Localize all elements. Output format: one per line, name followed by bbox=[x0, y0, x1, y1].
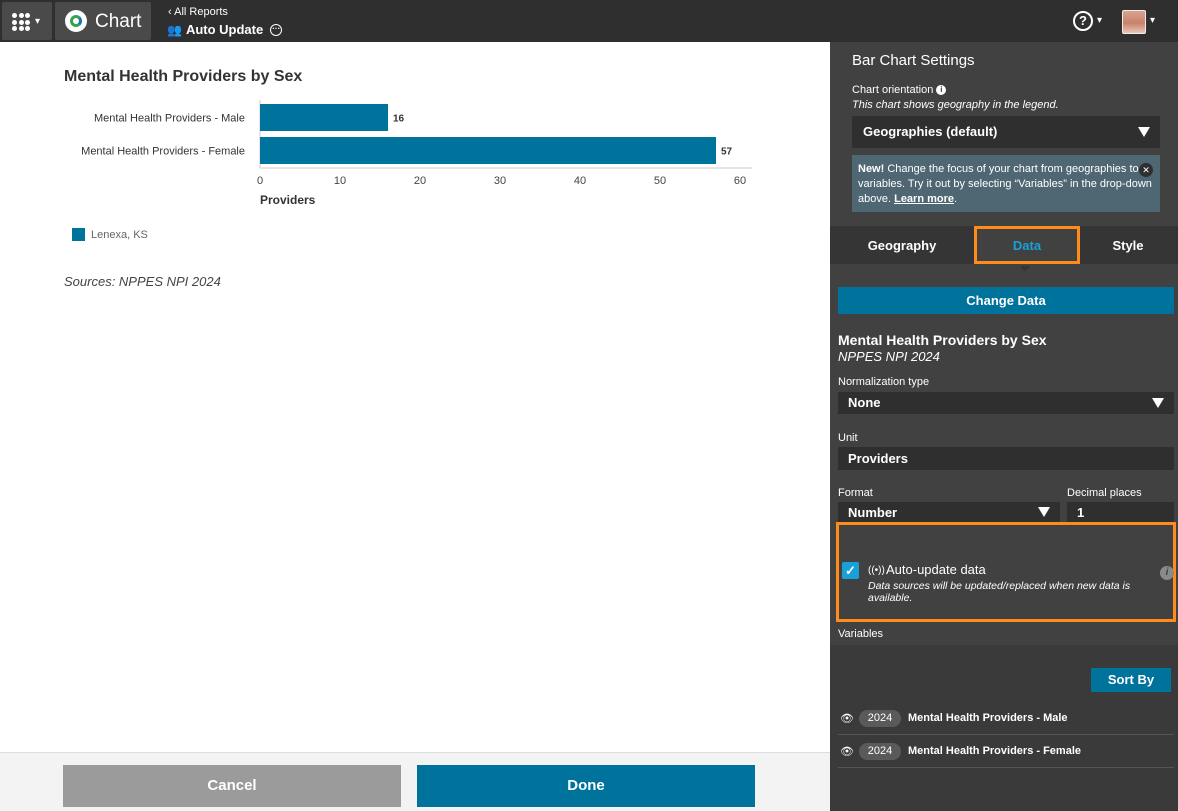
orientation-label-text: Chart orientation bbox=[852, 84, 934, 96]
learn-more-link[interactable]: Learn more bbox=[894, 193, 954, 205]
more-options-icon[interactable]: ··· bbox=[270, 23, 283, 36]
data-source: NPPES NPI 2024 bbox=[838, 349, 940, 364]
variable-year: 2024 bbox=[859, 743, 901, 760]
normalization-value: None bbox=[848, 395, 881, 410]
chart-legend: Lenexa, KS bbox=[72, 228, 148, 241]
top-bar: ▾ Chart ‹ All Reports 👥 Auto Update ··· … bbox=[0, 0, 1178, 42]
tab-pointer bbox=[1020, 266, 1030, 272]
x-tick-label: 60 bbox=[734, 175, 746, 187]
caret-down-icon bbox=[1138, 127, 1150, 137]
format-value: Number bbox=[848, 505, 898, 520]
variable-row[interactable]: 👁 2024 Mental Health Providers - Male bbox=[838, 702, 1174, 735]
data-label: 57 bbox=[721, 147, 733, 158]
app-name: Chart bbox=[95, 11, 142, 32]
decimal-places-field[interactable]: 1 bbox=[1067, 502, 1174, 522]
legend-swatch bbox=[72, 228, 85, 241]
app-logo-icon bbox=[65, 10, 87, 32]
normalization-label: Normalization type bbox=[838, 376, 930, 388]
auto-update-description: Data sources will be updated/replaced wh… bbox=[868, 580, 1131, 604]
tab-data[interactable]: Data bbox=[974, 226, 1080, 264]
report-title[interactable]: 👥 Auto Update ··· bbox=[167, 22, 283, 37]
apps-menu-button[interactable]: ▾ bbox=[2, 2, 52, 40]
all-reports-link[interactable]: ‹ All Reports bbox=[168, 6, 228, 18]
chart-title: Mental Health Providers by Sex bbox=[64, 68, 303, 85]
broadcast-icon: ((•)) bbox=[868, 565, 885, 576]
x-tick-label: 40 bbox=[574, 175, 586, 187]
bar bbox=[260, 104, 388, 131]
new-feature-banner: New! Change the focus of your chart from… bbox=[852, 155, 1160, 212]
sort-by-button[interactable]: Sort By bbox=[1091, 668, 1171, 692]
eye-icon[interactable]: 👁 bbox=[840, 712, 854, 725]
settings-panel: Bar Chart Settings Chart orientation i Th… bbox=[830, 42, 1178, 811]
apps-grid-icon bbox=[12, 13, 30, 31]
chart-sources: Sources: NPPES NPI 2024 bbox=[64, 274, 221, 289]
info-icon[interactable]: i bbox=[936, 85, 947, 96]
unit-label: Unit bbox=[838, 432, 858, 444]
data-label: 16 bbox=[393, 114, 405, 125]
x-tick-label: 0 bbox=[257, 175, 263, 187]
caret-down-icon: ▾ bbox=[35, 16, 41, 27]
change-data-button[interactable]: Change Data bbox=[838, 287, 1174, 314]
bar-chart: Mental Health Providers - Male 16 Mental H… bbox=[81, 100, 752, 207]
tab-style[interactable]: Style bbox=[1088, 226, 1168, 264]
cancel-button[interactable]: Cancel bbox=[63, 765, 401, 807]
avatar[interactable] bbox=[1122, 10, 1146, 34]
legend-label: Lenexa, KS bbox=[91, 228, 148, 241]
new-badge: New! bbox=[858, 163, 885, 175]
close-icon[interactable]: ✕ bbox=[1139, 163, 1153, 177]
x-axis-label: Providers bbox=[260, 193, 316, 207]
format-label: Format bbox=[838, 487, 873, 499]
done-button[interactable]: Done bbox=[417, 765, 755, 807]
category-label: Mental Health Providers - Male bbox=[94, 113, 245, 125]
auto-update-label: Auto-update data bbox=[886, 562, 986, 577]
auto-update-section: ✓ ((•)) Auto-update data Data sources wi… bbox=[836, 522, 1176, 622]
format-select[interactable]: Number bbox=[838, 502, 1060, 522]
variable-year: 2024 bbox=[859, 710, 901, 727]
eye-icon[interactable]: 👁 bbox=[840, 745, 854, 758]
panel-title: Bar Chart Settings bbox=[852, 52, 975, 69]
caret-down-icon: ▾ bbox=[1150, 15, 1156, 26]
caret-down-icon: ▾ bbox=[1097, 15, 1103, 26]
bar bbox=[260, 137, 716, 164]
caret-down-icon bbox=[1152, 398, 1164, 408]
x-tick-label: 10 bbox=[334, 175, 346, 187]
orientation-label: Chart orientation i bbox=[852, 84, 947, 96]
auto-update-checkbox[interactable]: ✓ bbox=[842, 562, 859, 579]
category-label: Mental Health Providers - Female bbox=[81, 146, 245, 158]
help-button[interactable]: ? bbox=[1073, 11, 1093, 31]
decimal-places-label: Decimal places bbox=[1067, 487, 1142, 499]
orientation-value: Geographies (default) bbox=[863, 124, 998, 139]
tab-geography[interactable]: Geography bbox=[852, 226, 952, 264]
caret-down-icon bbox=[1038, 507, 1050, 517]
report-name: Auto Update bbox=[185, 22, 264, 37]
x-tick-label: 50 bbox=[654, 175, 666, 187]
variable-name: Mental Health Providers - Male bbox=[908, 712, 1068, 724]
variable-row[interactable]: 👁 2024 Mental Health Providers - Female bbox=[838, 735, 1174, 768]
unit-field[interactable]: Providers bbox=[838, 447, 1174, 470]
info-icon[interactable]: i bbox=[1160, 566, 1174, 580]
new-feature-end: . bbox=[954, 193, 958, 205]
settings-tabs: Geography Data Style bbox=[830, 226, 1178, 264]
people-icon: 👥 bbox=[167, 22, 182, 37]
chart-app-button[interactable]: Chart bbox=[55, 2, 151, 40]
data-title: Mental Health Providers by Sex bbox=[838, 332, 1047, 348]
x-tick-label: 30 bbox=[494, 175, 506, 187]
all-reports-label: All Reports bbox=[174, 6, 228, 18]
x-tick-label: 20 bbox=[414, 175, 426, 187]
footer-bar: Cancel Done bbox=[0, 752, 830, 811]
variable-name: Mental Health Providers - Female bbox=[908, 745, 1081, 757]
orientation-subtitle: This chart shows geography in the legend… bbox=[852, 99, 1059, 111]
normalization-select[interactable]: None bbox=[838, 392, 1174, 414]
orientation-select[interactable]: Geographies (default) bbox=[852, 116, 1160, 148]
variables-label: Variables bbox=[838, 628, 884, 640]
